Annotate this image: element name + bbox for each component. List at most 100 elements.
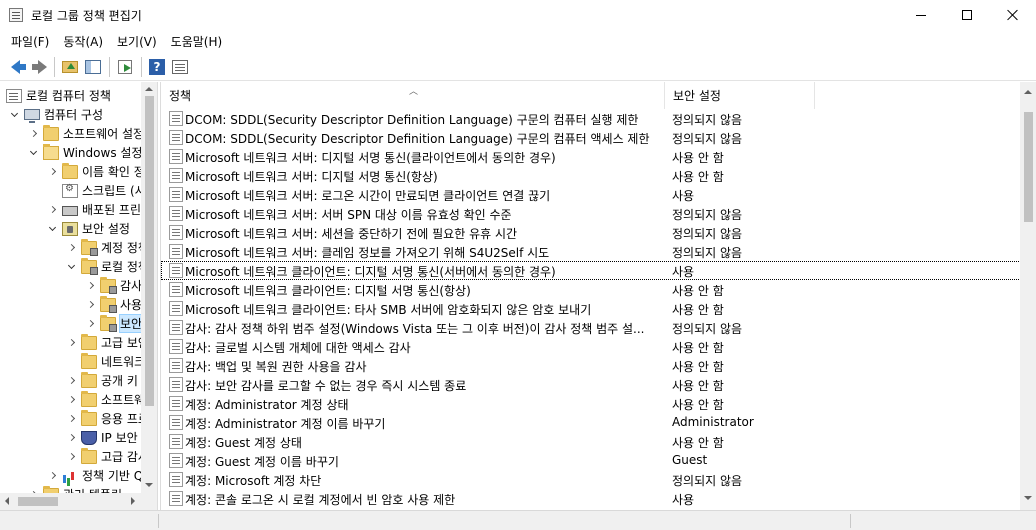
- policy-item-icon: [169, 187, 183, 202]
- tree-hscroll-thumb[interactable]: [18, 497, 58, 506]
- tree-item[interactable]: 컴퓨터 구성: [8, 105, 103, 124]
- tree-item[interactable]: 배포된 프린터: [46, 200, 152, 219]
- menu-view[interactable]: 보기(V): [110, 30, 164, 52]
- scroll-down-icon[interactable]: [1024, 496, 1032, 500]
- tree-item[interactable]: 이름 확인 정책: [46, 162, 156, 181]
- policy-name: 계정: Administrator 계정 이름 바꾸기: [185, 417, 386, 431]
- close-button[interactable]: [990, 0, 1036, 30]
- tree-vertical-scrollbar[interactable]: [141, 82, 157, 493]
- title-bar: 로컬 그룹 정책 편집기: [0, 0, 1036, 30]
- policy-row[interactable]: Microsoft 네트워크 서버: 서버 SPN 대상 이름 유효성 확인 수…: [161, 204, 1021, 223]
- policy-row[interactable]: 감사: 감사 정책 하위 범주 설정(Windows Vista 또는 그 이후…: [161, 318, 1021, 337]
- policy-row[interactable]: Microsoft 네트워크 서버: 디지털 서명 통신(항상) 사용 안 함: [161, 166, 1021, 185]
- chevron-right-icon[interactable]: [84, 318, 96, 330]
- tree-item[interactable]: Windows 설정: [27, 143, 142, 162]
- properties-button[interactable]: [169, 56, 191, 78]
- column-header-security-setting-label: 보안 설정: [673, 89, 721, 103]
- policy-security-setting: 사용 안 함: [672, 360, 724, 374]
- forward-button[interactable]: [27, 56, 49, 78]
- chevron-right-icon[interactable]: [46, 166, 58, 178]
- policy-item-icon: [169, 111, 183, 126]
- policy-row[interactable]: Microsoft 네트워크 서버: 세션을 중단하기 전에 필요한 유휴 시간…: [161, 223, 1021, 242]
- tree-item[interactable]: 계정 정책: [65, 238, 149, 257]
- column-header-security-setting[interactable]: 보안 설정: [665, 82, 815, 109]
- tree-horizontal-scrollbar[interactable]: [0, 493, 141, 510]
- back-button[interactable]: [4, 56, 26, 78]
- show-hide-tree-button[interactable]: [82, 56, 104, 78]
- show-hide-tree-icon: [85, 59, 101, 74]
- folder-open-icon: [43, 143, 59, 160]
- chevron-down-icon[interactable]: [8, 109, 20, 121]
- chevron-right-icon[interactable]: [27, 128, 39, 140]
- policy-row[interactable]: DCOM: SDDL(Security Descriptor Definitio…: [161, 128, 1021, 147]
- export-list-button[interactable]: [114, 56, 136, 78]
- maximize-icon: [962, 10, 972, 20]
- chevron-right-icon[interactable]: [84, 299, 96, 311]
- policy-row[interactable]: 계정: Guest 계정 이름 바꾸기 Guest: [161, 451, 1021, 470]
- chevron-right-icon[interactable]: [65, 413, 77, 425]
- policy-item-icon: [169, 149, 183, 164]
- menu-file[interactable]: 파일(F): [4, 30, 56, 52]
- tree-item[interactable]: 보안 설정: [46, 219, 130, 238]
- policy-row[interactable]: Microsoft 네트워크 클라이언트: 타사 SMB 서버에 암호화되지 않…: [161, 299, 1021, 318]
- sort-ascending-icon: ︿: [409, 87, 419, 97]
- policy-row[interactable]: 감사: 보안 감사를 로그할 수 없는 경우 즉시 시스템 종료 사용 안 함: [161, 375, 1021, 394]
- policy-row[interactable]: 감사: 백업 및 복원 권한 사용을 감사 사용 안 함: [161, 356, 1021, 375]
- policy-row[interactable]: Microsoft 네트워크 서버: 디지털 서명 통신(클라이언트에서 동의한…: [161, 147, 1021, 166]
- chevron-right-icon[interactable]: [46, 470, 58, 482]
- help-button[interactable]: ?: [146, 56, 168, 78]
- policy-security-setting: 사용: [672, 189, 695, 203]
- tree-scroll-thumb[interactable]: [145, 96, 154, 406]
- policy-item-icon: [169, 282, 183, 297]
- policy-name: Microsoft 네트워크 서버: 세션을 중단하기 전에 필요한 유휴 시간: [185, 227, 518, 241]
- chevron-down-icon[interactable]: [65, 261, 77, 273]
- policy-row[interactable]: Microsoft 네트워크 클라이언트: 디지털 서명 통신(항상) 사용 안 …: [161, 280, 1021, 299]
- scroll-left-icon[interactable]: [5, 497, 9, 505]
- minimize-button[interactable]: [898, 0, 944, 30]
- policy-item-icon: [169, 320, 183, 335]
- chevron-right-icon[interactable]: [65, 394, 77, 406]
- qos-chart-icon: [62, 469, 78, 483]
- chevron-right-icon[interactable]: [65, 337, 77, 349]
- policy-row[interactable]: 감사: 글로벌 시스템 개체에 대한 액세스 감사 사용 안 함: [161, 337, 1021, 356]
- policy-row[interactable]: 계정: Microsoft 계정 차단 정의되지 않음: [161, 470, 1021, 489]
- scroll-down-icon[interactable]: [145, 483, 153, 487]
- tree-item[interactable]: 로컬 정책: [65, 257, 149, 276]
- chevron-right-icon[interactable]: [65, 432, 77, 444]
- chevron-down-icon[interactable]: [27, 147, 39, 159]
- policy-row[interactable]: 계정: Administrator 계정 이름 바꾸기 Administrator: [161, 413, 1021, 432]
- scroll-up-icon[interactable]: [1024, 90, 1032, 94]
- forward-arrow-icon: [31, 59, 47, 74]
- policy-row[interactable]: 계정: Administrator 계정 상태 사용 안 함: [161, 394, 1021, 413]
- chevron-right-icon[interactable]: [84, 280, 96, 292]
- policy-item-icon: [169, 339, 183, 354]
- chevron-right-icon[interactable]: [65, 375, 77, 387]
- chevron-down-icon[interactable]: [46, 223, 58, 235]
- policy-item-icon: [169, 263, 183, 278]
- policy-row[interactable]: Microsoft 네트워크 서버: 로그온 시간이 만료되면 클라이언트 연결…: [161, 185, 1021, 204]
- policy-row[interactable]: Microsoft 네트워크 서버: 클레임 정보를 가져오기 위해 S4U2S…: [161, 242, 1021, 261]
- maximize-button[interactable]: [944, 0, 990, 30]
- tree-item[interactable]: 소프트웨어 설정: [27, 124, 144, 143]
- policy-row[interactable]: Microsoft 네트워크 클라이언트: 디지털 서명 통신(서버에서 동의한…: [161, 261, 1021, 280]
- scroll-up-icon[interactable]: [145, 87, 153, 91]
- policy-row[interactable]: DCOM: SDDL(Security Descriptor Definitio…: [161, 109, 1021, 128]
- export-list-icon: [118, 59, 132, 74]
- policy-row[interactable]: 계정: 콘솔 로그온 시 로컬 계정에서 빈 암호 사용 제한 사용: [161, 489, 1021, 508]
- menu-help[interactable]: 도움말(H): [164, 30, 230, 52]
- list-scroll-thumb[interactable]: [1024, 112, 1033, 222]
- chevron-right-icon[interactable]: [46, 204, 58, 216]
- up-level-button[interactable]: [59, 56, 81, 78]
- scroll-right-icon[interactable]: [131, 497, 135, 505]
- policy-row[interactable]: 계정: Guest 계정 상태 사용 안 함: [161, 432, 1021, 451]
- policy-name: 계정: Microsoft 계정 차단: [185, 474, 322, 488]
- tree-item[interactable]: 로컬 컴퓨터 정책: [6, 86, 111, 105]
- chevron-right-icon[interactable]: [65, 451, 77, 463]
- policy-security-setting: Guest: [672, 453, 708, 467]
- list-vertical-scrollbar[interactable]: [1020, 82, 1036, 510]
- policy-item-icon: [169, 168, 183, 183]
- back-arrow-icon: [10, 59, 26, 74]
- menu-action[interactable]: 동작(A): [56, 30, 110, 52]
- chevron-right-icon[interactable]: [65, 242, 77, 254]
